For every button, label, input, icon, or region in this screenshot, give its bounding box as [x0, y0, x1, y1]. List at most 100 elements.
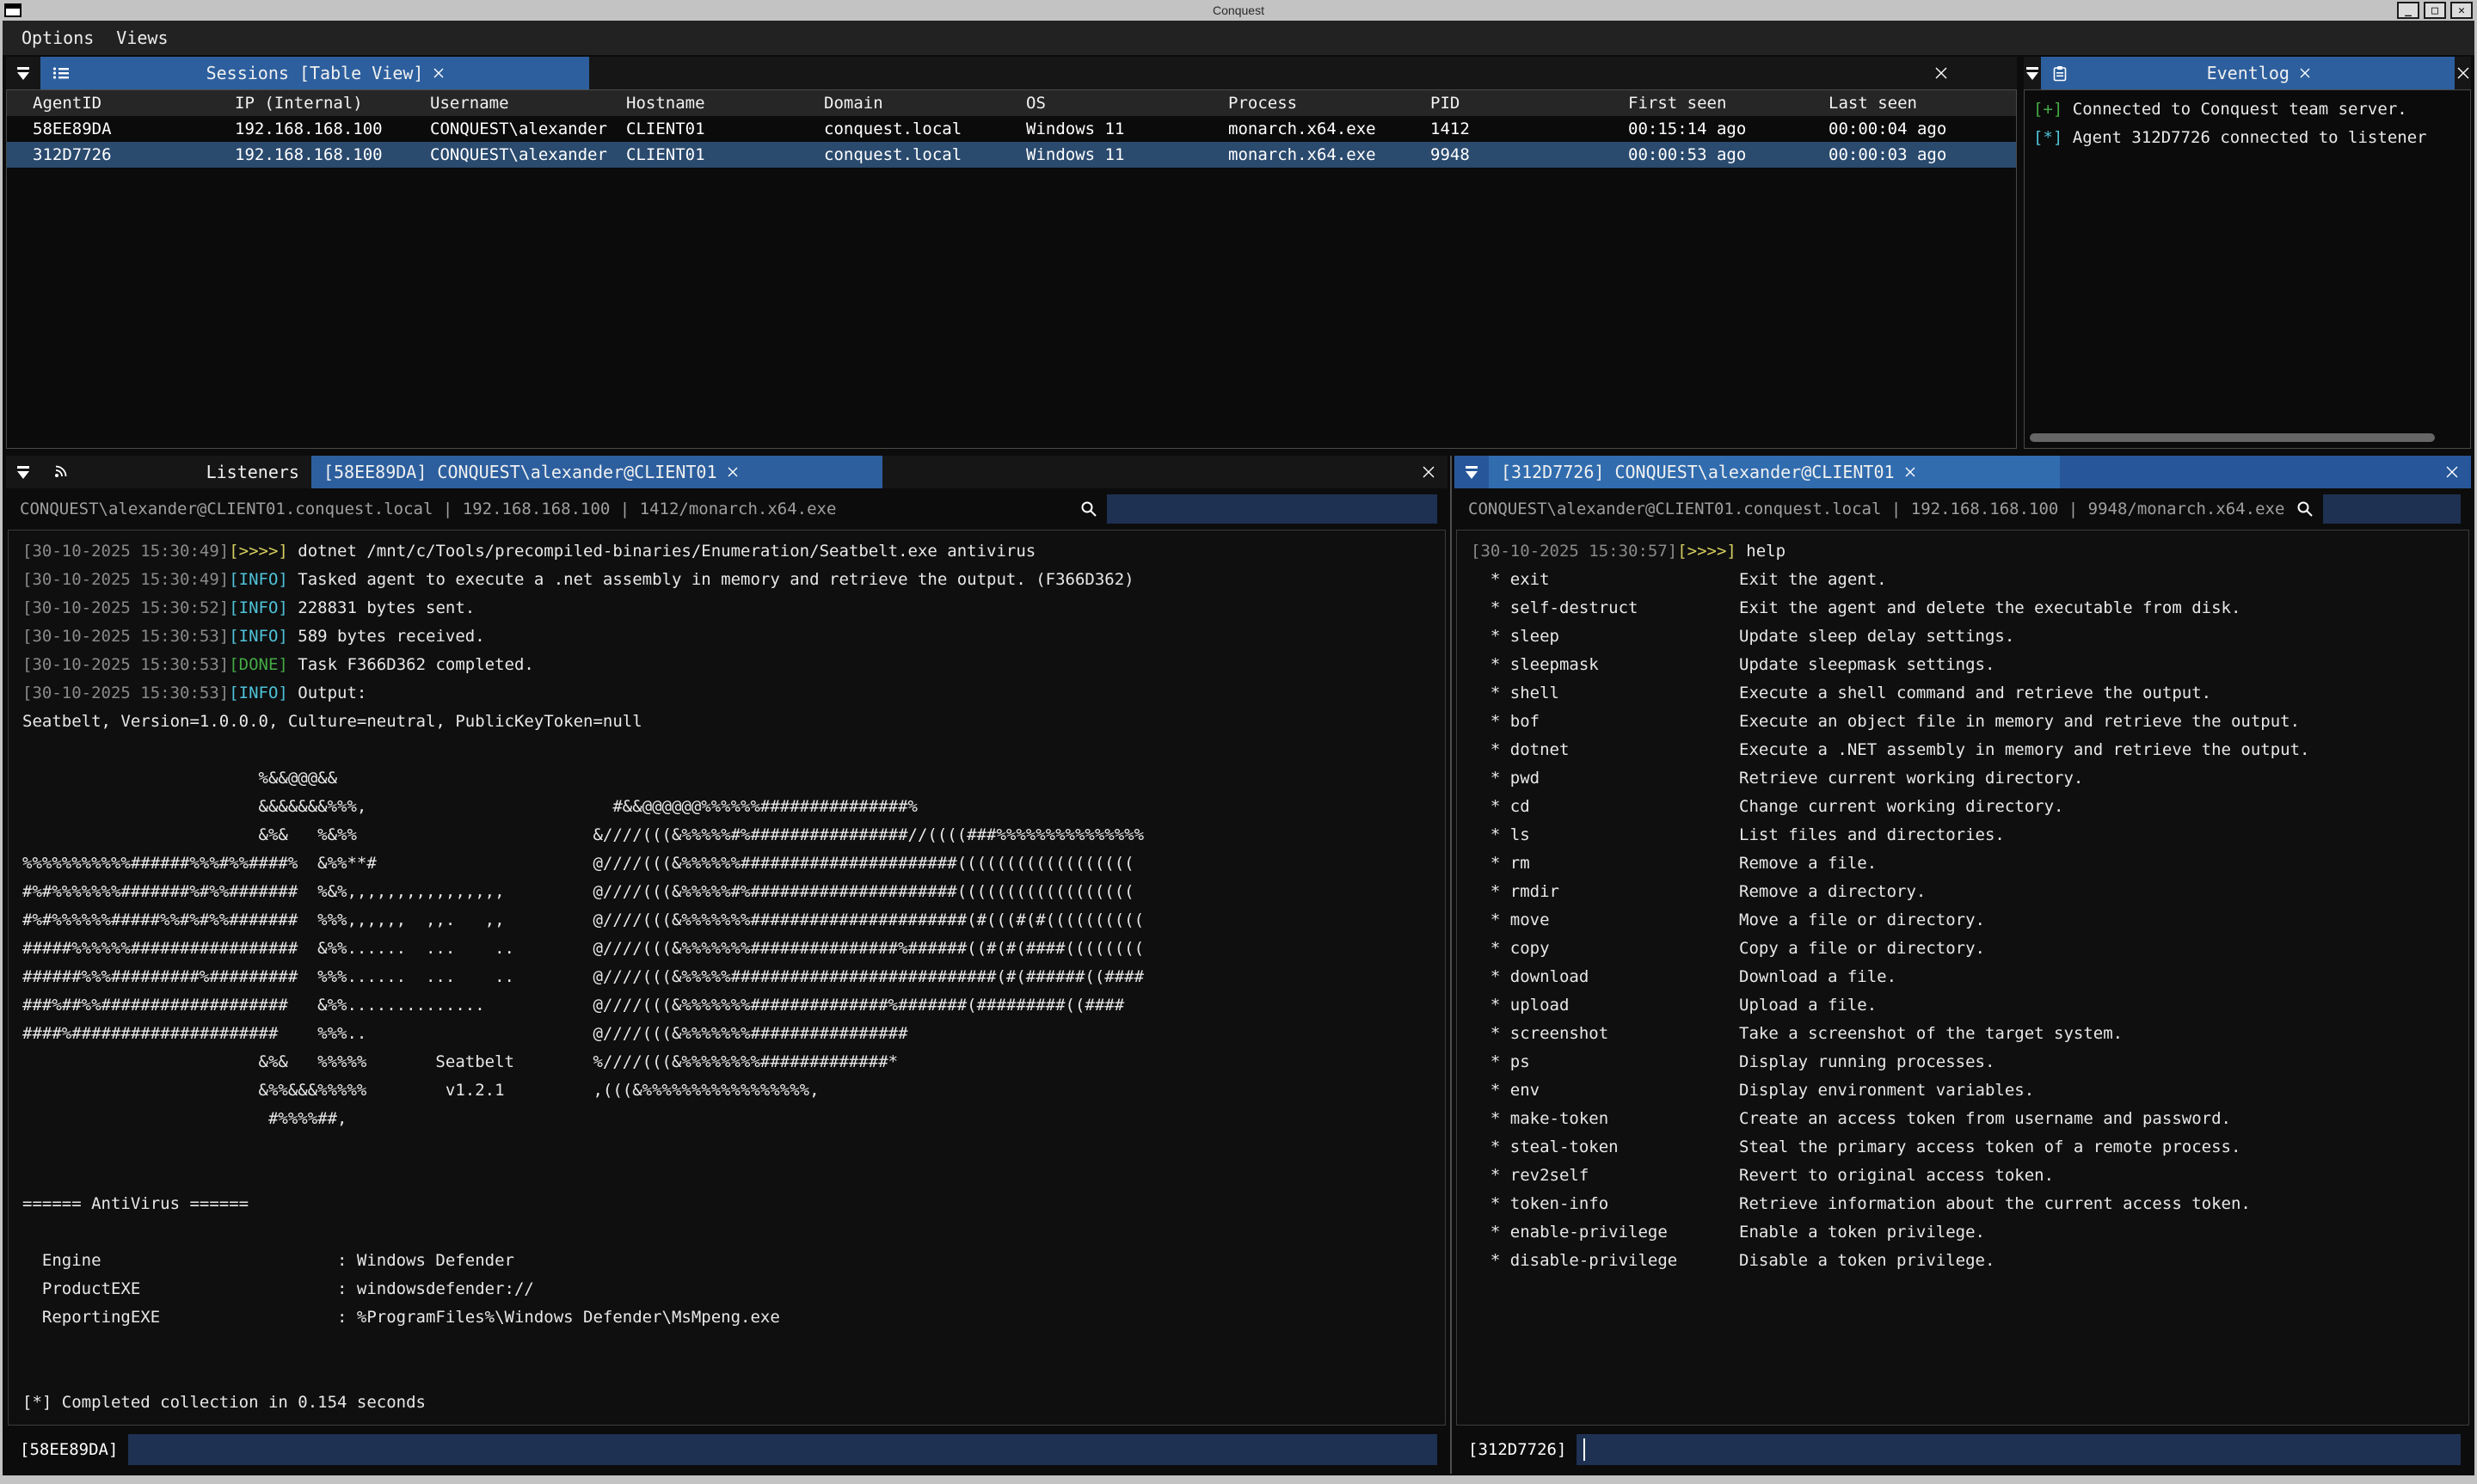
column-header[interactable]: OS: [1026, 90, 1228, 116]
column-header[interactable]: Domain: [824, 90, 1026, 116]
log-tag: [INFO]: [229, 627, 288, 646]
log-tag: [INFO]: [229, 570, 288, 589]
table-cell: 58EE89DA: [33, 116, 235, 142]
help-entry: * screenshotTake a screenshot of the tar…: [1471, 1020, 2468, 1048]
tab-listeners[interactable]: Listeners: [40, 456, 311, 488]
column-header[interactable]: Hostname: [626, 90, 824, 116]
help-command: * sleep: [1471, 622, 1739, 651]
left-console-search-input[interactable]: [1107, 494, 1437, 524]
table-cell: Windows 11: [1026, 116, 1228, 142]
help-description: Download a file.: [1739, 963, 2468, 991]
help-description: Steal the primary access token of a remo…: [1739, 1133, 2468, 1162]
help-entry: * sleepUpdate sleep delay settings.: [1471, 622, 2468, 651]
log-text: 589 bytes received.: [288, 627, 485, 646]
log-line: [30-10-2025 15:30:53][INFO] Output:: [22, 679, 1445, 708]
column-header[interactable]: PID: [1430, 90, 1628, 116]
help-description: Remove a file.: [1739, 849, 2468, 878]
collapse-icon: [2024, 66, 2041, 81]
help-command: * rev2self: [1471, 1162, 1739, 1190]
tab-session-label: [312D7726] CONQUEST\alexander@CLIENT01: [1501, 462, 1895, 482]
help-entry: * rmdirRemove a directory.: [1471, 878, 2468, 906]
log-timestamp: [30-10-2025 15:30:57]: [1471, 542, 1677, 561]
table-cell: 00:15:14 ago: [1628, 116, 1829, 142]
help-command: * copy: [1471, 935, 1739, 963]
tab-sessions-table-view[interactable]: Sessions [Table View]: [40, 57, 589, 89]
left-console-close-icon[interactable]: [1410, 456, 1447, 488]
help-description: Update sleepmask settings.: [1739, 651, 2468, 679]
eventlog-lines: [+] Connected to Conquest team server.[*…: [2025, 90, 2470, 157]
sessions-panel-close-icon[interactable]: [1922, 57, 1960, 89]
tab-session-label: [58EE89DA] CONQUEST\alexander@CLIENT01: [323, 462, 717, 482]
tab-session-312D7726[interactable]: [312D7726] CONQUEST\alexander@CLIENT01: [1489, 456, 2060, 488]
sessions-collapse-button[interactable]: [6, 57, 40, 89]
help-description: Retrieve current working directory.: [1739, 764, 2468, 793]
table-cell: CONQUEST\alexander: [430, 116, 626, 142]
help-command: * exit: [1471, 566, 1739, 594]
help-description: Execute an object file in memory and ret…: [1739, 708, 2468, 736]
output-line: [22, 1332, 1445, 1360]
help-entry: * exitExit the agent.: [1471, 566, 2468, 594]
column-header[interactable]: IP (Internal): [235, 90, 430, 116]
workspace: Sessions [Table View] AgentIDIP (Interna…: [3, 55, 2474, 1475]
left-console-command-input[interactable]: [128, 1434, 1437, 1465]
help-entry: * cdChange current working directory.: [1471, 793, 2468, 821]
app-window: Options Views Sessions [Table Vie: [3, 21, 2474, 1475]
help-description: Exit the agent and delete the executable…: [1739, 594, 2468, 622]
eventlog-collapse-button[interactable]: [2024, 57, 2041, 89]
table-row[interactable]: 312D7726192.168.168.100CONQUEST\alexande…: [7, 142, 2016, 168]
output-line: Seatbelt, Version=1.0.0.0, Culture=neutr…: [22, 708, 1445, 736]
menu-item-views[interactable]: Views: [116, 28, 168, 48]
column-header[interactable]: Username: [430, 90, 626, 116]
help-entry: * enable-privilegeEnable a token privile…: [1471, 1218, 2468, 1247]
right-console-output: [30-10-2025 15:30:57][>>>>] help * exitE…: [1456, 530, 2469, 1426]
column-header[interactable]: First seen: [1628, 90, 1829, 116]
help-command: * self-destruct: [1471, 594, 1739, 622]
column-header[interactable]: AgentID: [33, 90, 235, 116]
help-command: * ps: [1471, 1048, 1739, 1076]
right-console-collapse-button[interactable]: [1454, 456, 1489, 488]
output-line: [22, 1162, 1445, 1190]
log-text: Connected to Conquest team server.: [2062, 100, 2406, 119]
help-command: * token-info: [1471, 1190, 1739, 1218]
help-entry: * make-tokenCreate an access token from …: [1471, 1105, 2468, 1133]
output-line: [22, 736, 1445, 764]
eventlog-hscrollbar-thumb[interactable]: [2030, 433, 2435, 442]
right-console-close-icon[interactable]: [2433, 456, 2471, 488]
table-row[interactable]: 58EE89DA192.168.168.100CONQUEST\alexande…: [7, 116, 2016, 142]
eventlog-panel-close-icon[interactable]: [2455, 57, 2471, 89]
tab-eventlog[interactable]: Eventlog: [2041, 57, 2455, 89]
eventlog-panel: Eventlog [+] Connected to Conquest team …: [2024, 57, 2471, 449]
help-description: Enable a token privilege.: [1739, 1218, 2468, 1247]
output-line: &%& %&%% &////(((&%%%%%#%###############…: [22, 821, 1445, 849]
table-cell: 1412: [1430, 116, 1628, 142]
eventlog-tabbar: Eventlog: [2024, 57, 2471, 89]
help-command: * pwd: [1471, 764, 1739, 793]
right-console-search-input[interactable]: [2323, 494, 2461, 524]
console-splitter[interactable]: [1447, 456, 1454, 1474]
column-header[interactable]: Last seen: [1829, 90, 2016, 116]
help-entry: * steal-tokenSteal the primary access to…: [1471, 1133, 2468, 1162]
left-console-collapse-button[interactable]: [6, 456, 40, 488]
output-line: ProductEXE : windowsdefender://: [22, 1275, 1445, 1303]
column-header[interactable]: Process: [1228, 90, 1430, 116]
output-line: &&&&&&&%%%, #&&@@@@@@%%%%%%#############…: [22, 793, 1445, 821]
help-entry: * self-destructExit the agent and delete…: [1471, 594, 2468, 622]
eventlog-line: [+] Connected to Conquest team server.: [2033, 95, 2462, 124]
output-line: ====== AntiVirus ======: [22, 1190, 1445, 1218]
right-console-command-input[interactable]: [1577, 1434, 2461, 1465]
tab-session-58EE89DA[interactable]: [58EE89DA] CONQUEST\alexander@CLIENT01: [311, 456, 882, 488]
help-description: Change current working directory.: [1739, 793, 2468, 821]
help-description: Create an access token from username and…: [1739, 1105, 2468, 1133]
log-line: [30-10-2025 15:30:52][INFO] 228831 bytes…: [22, 594, 1445, 622]
output-line: &%& %%%%% Seatbelt %////(((&%%%%%%%%####…: [22, 1048, 1445, 1076]
output-line: %%%%%%%%%%%######%%%#%%####% &%%**# @///…: [22, 849, 1445, 878]
log-text: 228831 bytes sent.: [288, 598, 475, 617]
menu-item-options[interactable]: Options: [22, 28, 94, 48]
help-command: * ls: [1471, 821, 1739, 849]
log-tag: [INFO]: [229, 684, 288, 702]
help-entry: * moveMove a file or directory.: [1471, 906, 2468, 935]
help-entry: * bofExecute an object file in memory an…: [1471, 708, 2468, 736]
eventlog-hscrollbar[interactable]: [2030, 433, 2465, 444]
log-timestamp: [30-10-2025 15:30:53]: [22, 655, 229, 674]
output-line: ######%%%#########%######### %%%...... .…: [22, 963, 1445, 991]
